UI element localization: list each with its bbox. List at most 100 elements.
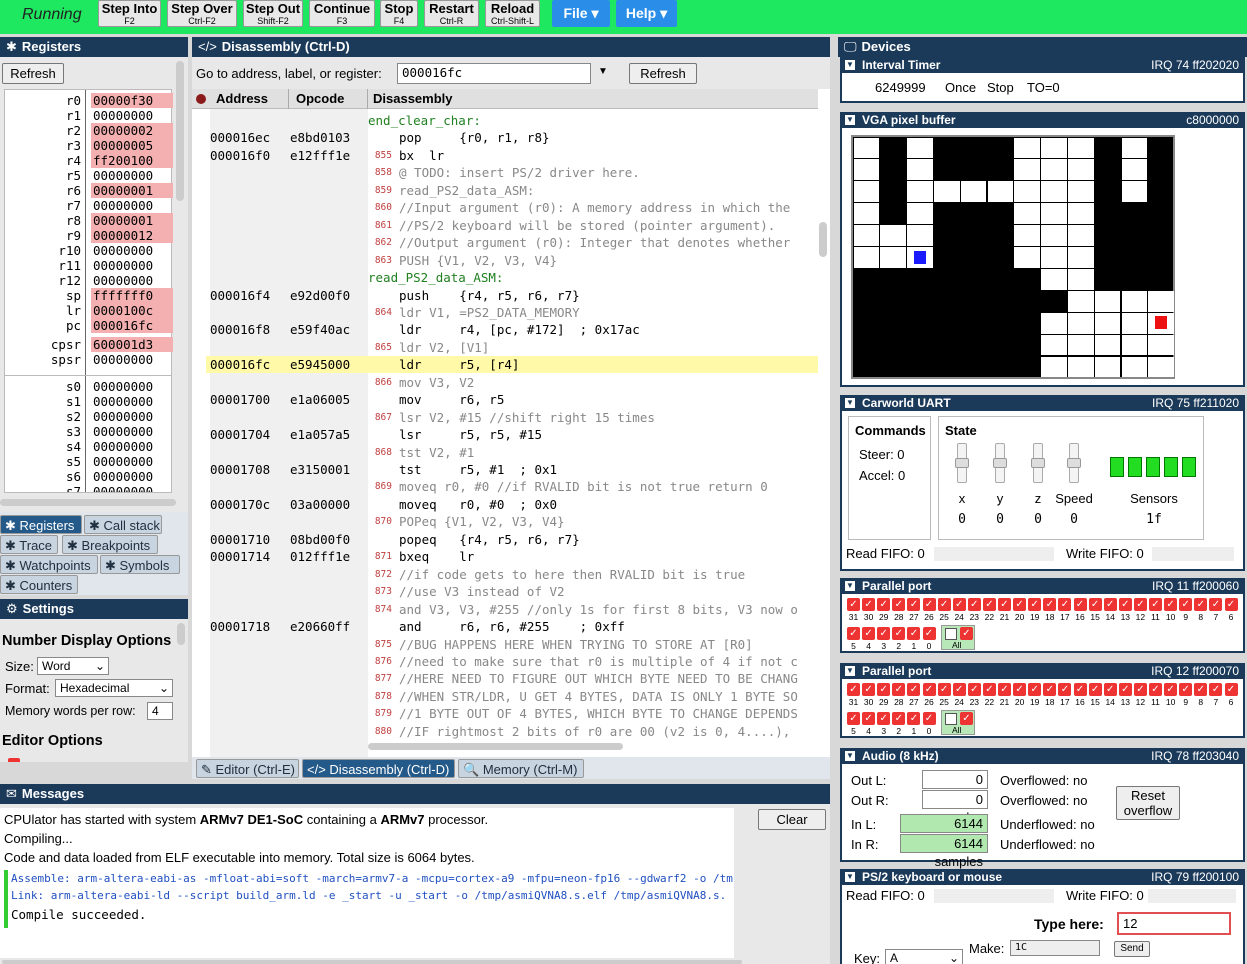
bit-checkbox[interactable]: ✓ xyxy=(877,627,891,640)
bit-checkbox[interactable]: ✓ xyxy=(1224,683,1238,696)
bit-checkbox[interactable]: ✓ xyxy=(1118,598,1132,611)
bit-checkbox[interactable]: ✓ xyxy=(952,598,966,611)
bit-checkbox[interactable]: ✓ xyxy=(847,683,860,696)
disassembly-row[interactable]: 000016f8 e59f40ac ldr r4, [pc, #172] ; 0x1… xyxy=(206,321,818,338)
disassembly-row[interactable]: 866 mov V3, V2 xyxy=(206,374,818,391)
register-value[interactable]: 00000000 xyxy=(91,273,173,288)
register-value[interactable]: 00000000 xyxy=(91,258,173,273)
bit-checkbox[interactable]: ✓ xyxy=(952,683,966,696)
bit-checkbox[interactable]: ✓ xyxy=(1179,598,1193,611)
disassembly-row[interactable]: end_clear_char: xyxy=(206,112,818,129)
bit-checkbox[interactable]: ✓ xyxy=(1103,683,1117,696)
slider-knob[interactable] xyxy=(1067,458,1081,468)
register-value[interactable]: 00000f30 xyxy=(91,93,173,108)
register-value[interactable]: 00000000 xyxy=(91,469,171,484)
disassembly-row[interactable]: read_PS2_data_ASM: xyxy=(206,269,818,286)
registers-scrollbar[interactable] xyxy=(176,61,184,201)
bit-checkbox[interactable]: ✓ xyxy=(907,683,921,696)
goto-dropdown-icon[interactable]: ▼ xyxy=(598,66,608,77)
format-select[interactable]: Hexadecimal ⌄ xyxy=(55,679,173,697)
bit-checkbox[interactable]: ✓ xyxy=(1088,598,1102,611)
register-value[interactable]: 00000000 xyxy=(91,484,171,492)
bit-checkbox[interactable]: ✓ xyxy=(998,598,1011,611)
bit-checkbox[interactable]: ✓ xyxy=(892,627,906,640)
editor-option-checkbox[interactable] xyxy=(8,758,20,762)
bit-checkbox[interactable]: ✓ xyxy=(1164,683,1178,696)
disassembly-row[interactable]: 00001718 e20660ff and r6, r6, #255 ; 0xff xyxy=(206,618,818,635)
collapse-icon[interactable]: ▼ xyxy=(845,115,855,125)
bit-checkbox[interactable]: ✓ xyxy=(1043,598,1057,611)
size-select[interactable]: Word ⌄ xyxy=(37,657,109,675)
bit-checkbox[interactable]: ✓ xyxy=(847,627,860,640)
disassembly-row[interactable]: 874 and V3, V3, #255 //only 1s for first … xyxy=(206,601,818,618)
tab-registers[interactable]: ✱ Registers xyxy=(0,515,82,534)
bit-checkbox[interactable]: ✓ xyxy=(892,683,906,696)
messages-clear-button[interactable]: Clear xyxy=(758,809,826,830)
toolbar-button-step-over[interactable]: Step Over Ctrl-F2 xyxy=(167,0,237,27)
all-bits-toggle[interactable]: ✓ All xyxy=(941,710,975,735)
register-value[interactable]: fffffff0 xyxy=(91,288,173,303)
slider-knob[interactable] xyxy=(1031,458,1045,468)
bit-checkbox[interactable]: ✓ xyxy=(982,683,996,696)
disassembly-row[interactable]: 00001700 e1a06005 mov r6, r5 xyxy=(206,391,818,408)
disassembly-row[interactable]: 00001710 08bd00f0 popeq {r4, r5, r6, r7} xyxy=(206,531,818,548)
registers-hscrollbar[interactable] xyxy=(0,499,176,506)
disassembly-row[interactable]: 861 //PS/2 keyboard will be stored (point… xyxy=(206,217,818,234)
disassembly-row[interactable]: 878 //WHEN STR/LDR, U GET 4 BYTES, DATA I… xyxy=(206,688,818,705)
register-value[interactable]: 00000000 xyxy=(91,439,171,454)
disassembly-row[interactable]: 000016f0 e12fff1e 855 bx lr xyxy=(206,147,818,164)
collapse-icon[interactable]: ▼ xyxy=(845,398,855,408)
disassembly-row[interactable]: 859 read_PS2_data_ASM: xyxy=(206,182,818,199)
bit-checkbox[interactable]: ✓ xyxy=(922,712,936,725)
bit-checkbox[interactable]: ✓ xyxy=(1058,683,1072,696)
disassembly-row[interactable]: 877 //HERE NEED TO FIGURE OUT WHICH BYTE … xyxy=(206,670,818,687)
slider-knob[interactable] xyxy=(993,458,1007,468)
send-button[interactable]: Send xyxy=(1114,941,1150,957)
all-bits-toggle[interactable]: ✓ All xyxy=(941,625,975,650)
disassembly-row[interactable]: 858 @ TODO: insert PS/2 driver here. xyxy=(206,164,818,181)
disassembly-row[interactable]: 000016ec e8bd0103 pop {r0, r1, r8} xyxy=(206,129,818,146)
collapse-icon[interactable]: ▼ xyxy=(845,581,855,591)
collapse-icon[interactable]: ▼ xyxy=(845,751,855,761)
bit-checkbox[interactable]: ✓ xyxy=(967,598,981,611)
collapse-icon[interactable]: ▼ xyxy=(845,666,855,676)
bit-checkbox[interactable]: ✓ xyxy=(1133,598,1147,611)
bit-checkbox[interactable]: ✓ xyxy=(877,683,891,696)
axis-slider[interactable] xyxy=(955,443,969,483)
bit-checkbox[interactable]: ✓ xyxy=(982,598,996,611)
bit-checkbox[interactable]: ✓ xyxy=(1013,598,1027,611)
register-value[interactable]: 0000100c xyxy=(91,303,173,318)
bit-checkbox[interactable]: ✓ xyxy=(877,598,891,611)
disassembly-row[interactable]: 863 PUSH {V1, V2, V3, V4} xyxy=(206,252,818,269)
toolbar-button-continue[interactable]: Continue F3 xyxy=(309,0,375,27)
disassembly-row[interactable]: 864 ldr V1, =PS2_DATA_MEMORY xyxy=(206,304,818,321)
bit-checkbox[interactable]: ✓ xyxy=(892,712,906,725)
tab-trace[interactable]: ✱ Trace xyxy=(0,535,58,554)
toolbar-button-restart[interactable]: Restart Ctrl-R xyxy=(424,0,479,27)
bit-checkbox[interactable]: ✓ xyxy=(1118,683,1132,696)
bit-checkbox[interactable]: ✓ xyxy=(1013,683,1027,696)
bit-checkbox[interactable]: ✓ xyxy=(862,712,876,725)
messages-hscroll[interactable] xyxy=(2,960,742,964)
slider-knob[interactable] xyxy=(955,458,969,468)
goto-input[interactable]: 000016fc xyxy=(397,63,591,84)
disassembly-row[interactable]: 873 //use V3 instead of V2 xyxy=(206,583,818,600)
register-value[interactable]: 00000000 xyxy=(91,108,173,123)
register-value[interactable]: 00000000 xyxy=(91,168,173,183)
toolbar-button-reload[interactable]: Reload Ctrl-Shift-L xyxy=(485,0,540,27)
bit-checkbox[interactable]: ✓ xyxy=(937,598,951,611)
collapse-icon[interactable]: ▼ xyxy=(845,60,855,70)
axis-slider[interactable] xyxy=(993,443,1007,483)
bit-checkbox[interactable]: ✓ xyxy=(1028,683,1042,696)
register-value[interactable]: 00000005 xyxy=(91,138,173,153)
disassembly-vscroll[interactable] xyxy=(819,222,827,257)
mem-words-select[interactable]: 4 xyxy=(147,702,173,720)
bit-checkbox[interactable]: ✓ xyxy=(877,712,891,725)
bit-checkbox[interactable]: ✓ xyxy=(907,598,921,611)
register-value[interactable]: 000016fc xyxy=(91,318,173,333)
disassembly-row[interactable]: 0000170c 03a00000 moveq r0, #0 ; 0x0 xyxy=(206,496,818,513)
tab-watchpoints[interactable]: ✱ Watchpoints xyxy=(0,555,98,574)
bit-checkbox[interactable]: ✓ xyxy=(1224,598,1238,611)
disassembly-row[interactable]: 000016fc e5945000 ldr r5, [r4] xyxy=(206,356,818,374)
toolbar-button-step-into[interactable]: Step Into F2 xyxy=(98,0,161,27)
